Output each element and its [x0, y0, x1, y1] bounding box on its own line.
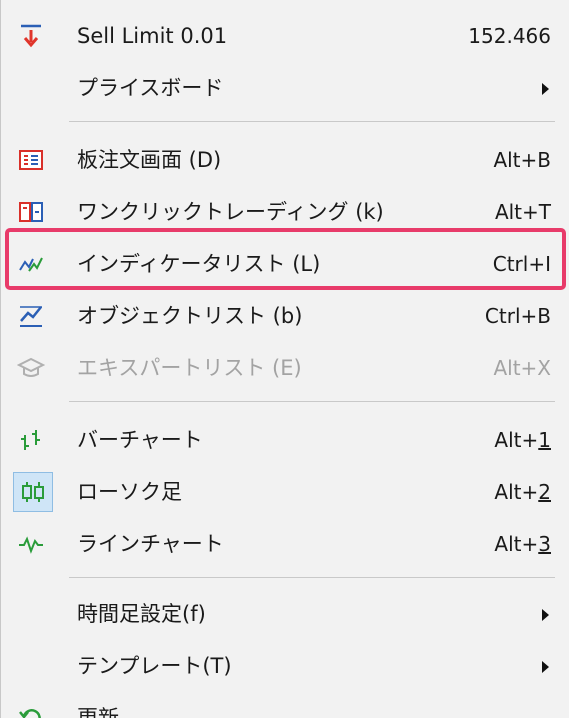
order-board-icon [17, 146, 45, 174]
menu-item-refresh[interactable]: 更新 [13, 692, 561, 718]
menu-item-shortcut: Alt+T [494, 200, 551, 224]
menu-item-label: インディケータリスト (L) [77, 252, 321, 276]
menu-item-shortcut: Alt+2 [494, 480, 551, 504]
bar-chart-icon [17, 426, 45, 454]
line-chart-icon [17, 530, 45, 558]
menu-item-shortcut: Alt+3 [494, 532, 551, 556]
menu-separator [69, 121, 555, 122]
menu-item-expert-list: エキスパートリスト (E) Alt+X [13, 342, 561, 394]
submenu-arrow-icon [542, 661, 549, 673]
menu-item-price-board[interactable]: プライスボード [13, 62, 561, 114]
one-click-trading-icon [17, 198, 45, 226]
context-menu: Sell Limit 0.01 152.466 プライスボード 板注文画面 (D… [0, 0, 569, 718]
indicator-icon [17, 250, 45, 278]
menu-item-label: 更新 [77, 706, 119, 718]
expert-cap-icon [17, 354, 45, 382]
menu-item-timeframe-settings[interactable]: 時間足設定(f) [13, 588, 561, 640]
submenu-arrow-icon [542, 609, 549, 621]
submenu-arrow-icon [542, 83, 549, 95]
menu-item-label: バーチャート [77, 428, 203, 452]
menu-item-label: ワンクリックトレーディング (k) [77, 200, 384, 224]
menu-item-label: 時間足設定(f) [77, 602, 206, 626]
menu-item-order-board[interactable]: 板注文画面 (D) Alt+B [13, 134, 561, 186]
menu-separator [69, 401, 555, 402]
menu-item-label: プライスボード [77, 76, 224, 100]
menu-item-shortcut: Ctrl+B [484, 304, 551, 328]
menu-item-one-click-trading[interactable]: ワンクリックトレーディング (k) Alt+T [13, 186, 561, 238]
menu-item-template[interactable]: テンプレート(T) [13, 640, 561, 692]
candlestick-icon [19, 478, 47, 506]
object-list-icon [17, 302, 45, 330]
menu-item-bar-chart[interactable]: バーチャート Alt+1 [13, 414, 561, 466]
menu-item-shortcut: Ctrl+I [492, 252, 551, 276]
menu-item-label: Sell Limit 0.01 [77, 24, 228, 48]
menu-item-sell-limit[interactable]: Sell Limit 0.01 152.466 [13, 10, 561, 62]
menu-item-label: ローソク足 [77, 480, 182, 504]
menu-separator [69, 577, 555, 578]
menu-item-shortcut: Alt+X [493, 356, 551, 380]
menu-item-indicator-list[interactable]: インディケータリスト (L) Ctrl+I [13, 238, 561, 290]
menu-item-object-list[interactable]: オブジェクトリスト (b) Ctrl+B [13, 290, 561, 342]
menu-item-label: ラインチャート [77, 532, 224, 556]
menu-item-candlestick[interactable]: ローソク足 Alt+2 [13, 466, 561, 518]
menu-item-label: オブジェクトリスト (b) [77, 304, 303, 328]
menu-item-label: テンプレート(T) [77, 654, 232, 678]
menu-item-shortcut: Alt+1 [494, 428, 551, 452]
menu-item-label: エキスパートリスト (E) [77, 356, 302, 380]
menu-item-label: 板注文画面 (D) [77, 148, 222, 172]
menu-item-shortcut: Alt+B [493, 148, 551, 172]
menu-item-line-chart[interactable]: ラインチャート Alt+3 [13, 518, 561, 570]
refresh-icon [17, 704, 45, 718]
sell-limit-arrow-icon [17, 22, 45, 50]
menu-item-value: 152.466 [468, 24, 551, 48]
